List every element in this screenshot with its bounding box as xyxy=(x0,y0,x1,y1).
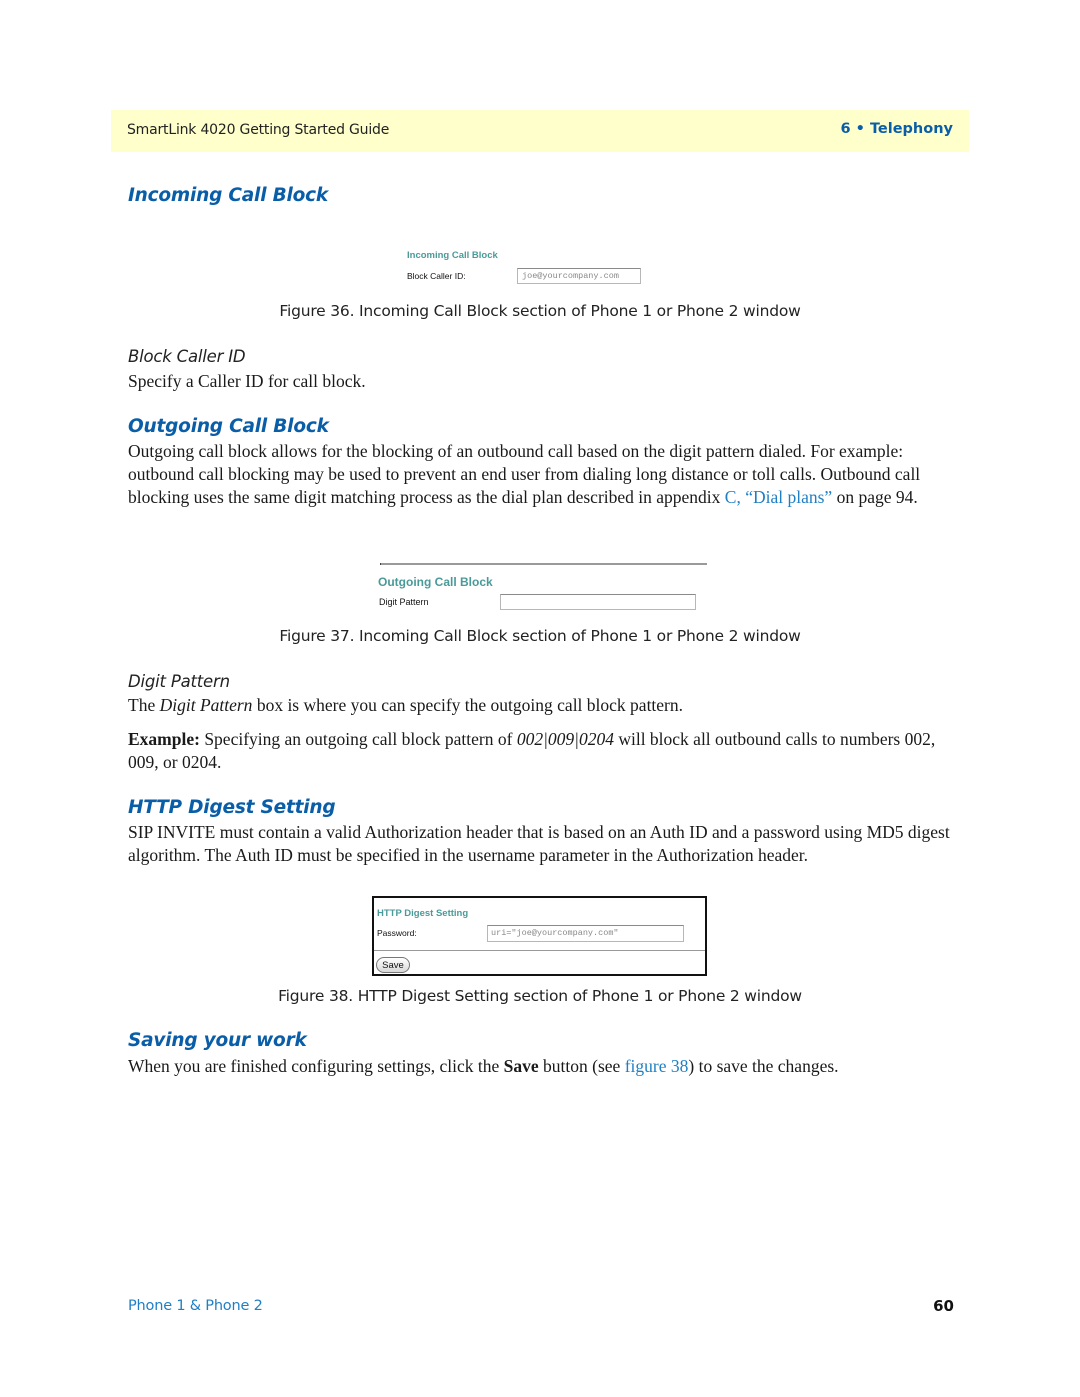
figure-37-outgoing-call-block: Outgoing Call Block Digit Pattern xyxy=(378,560,708,615)
text: When you are finished configuring settin… xyxy=(128,1056,504,1076)
text: The xyxy=(128,695,160,715)
block-caller-id-label: Block Caller ID: xyxy=(407,271,466,281)
page-header: SmartLink 4020 Getting Started Guide 6 •… xyxy=(111,110,969,152)
figure-36-incoming-call-block: Incoming Call Block Block Caller ID: joe… xyxy=(400,248,650,288)
figure-37-title: Outgoing Call Block xyxy=(378,575,493,589)
example-label: Example: xyxy=(128,729,200,749)
figure-37-caption: Figure 37. Incoming Call Block section o… xyxy=(279,627,801,645)
example-pattern: 002|009|0204 xyxy=(516,729,614,749)
block-caller-id-description: Specify a Caller ID for call block. xyxy=(128,371,366,391)
save-term: Save xyxy=(503,1056,539,1076)
page-number: 60 xyxy=(933,1297,954,1315)
password-input[interactable]: uri="joe@yourcompany.com" xyxy=(487,925,684,942)
footer-section-name: Phone 1 & Phone 2 xyxy=(128,1298,263,1314)
saving-description: When you are finished configuring settin… xyxy=(128,1055,958,1078)
text: ) to save the changes. xyxy=(688,1056,839,1076)
http-digest-description: SIP INVITE must contain a valid Authoriz… xyxy=(128,822,950,865)
dial-plans-link[interactable]: C, “Dial plans” xyxy=(725,487,832,507)
figure-36-title: Incoming Call Block xyxy=(407,250,498,261)
digit-pattern-label: Digit Pattern xyxy=(379,597,429,607)
divider xyxy=(380,563,707,565)
figure-38-link[interactable]: figure 38 xyxy=(625,1056,689,1076)
figure-36-caption: Figure 36. Incoming Call Block section o… xyxy=(279,302,801,320)
text: box is where you can specify the outgoin… xyxy=(252,695,684,715)
heading-incoming-call-block: Incoming Call Block xyxy=(128,185,329,206)
figure-38-http-digest-setting: HTTP Digest Setting Password: uri="joe@y… xyxy=(372,896,707,976)
digit-pattern-example: Example: Specifying an outgoing call blo… xyxy=(128,728,958,774)
digit-pattern-input[interactable] xyxy=(500,594,696,610)
password-label: Password: xyxy=(377,928,417,938)
block-caller-id-input[interactable]: joe@yourcompany.com xyxy=(517,268,641,284)
text: button (see xyxy=(538,1056,625,1076)
heading-saving-your-work: Saving your work xyxy=(128,1030,307,1051)
emphasis: Digit Pattern xyxy=(159,695,253,715)
heading-http-digest-setting: HTTP Digest Setting xyxy=(128,797,336,818)
divider xyxy=(374,950,705,951)
figure-38-caption: Figure 38. HTTP Digest Setting section o… xyxy=(278,987,802,1005)
figure-38-title: HTTP Digest Setting xyxy=(377,908,469,919)
outgoing-call-block-description: Outgoing call block allows for the block… xyxy=(128,440,958,509)
save-button[interactable]: Save xyxy=(376,957,410,973)
chapter-title: 6 • Telephony xyxy=(840,121,954,137)
digit-pattern-description: The Digit Pattern box is where you can s… xyxy=(128,694,958,717)
subheading-block-caller-id: Block Caller ID xyxy=(128,347,246,366)
guide-title: SmartLink 4020 Getting Started Guide xyxy=(127,122,390,138)
heading-outgoing-call-block: Outgoing Call Block xyxy=(128,416,329,437)
subheading-digit-pattern: Digit Pattern xyxy=(128,672,230,691)
text: on page 94. xyxy=(832,487,918,507)
text: Specifying an outgoing call block patter… xyxy=(199,729,517,749)
